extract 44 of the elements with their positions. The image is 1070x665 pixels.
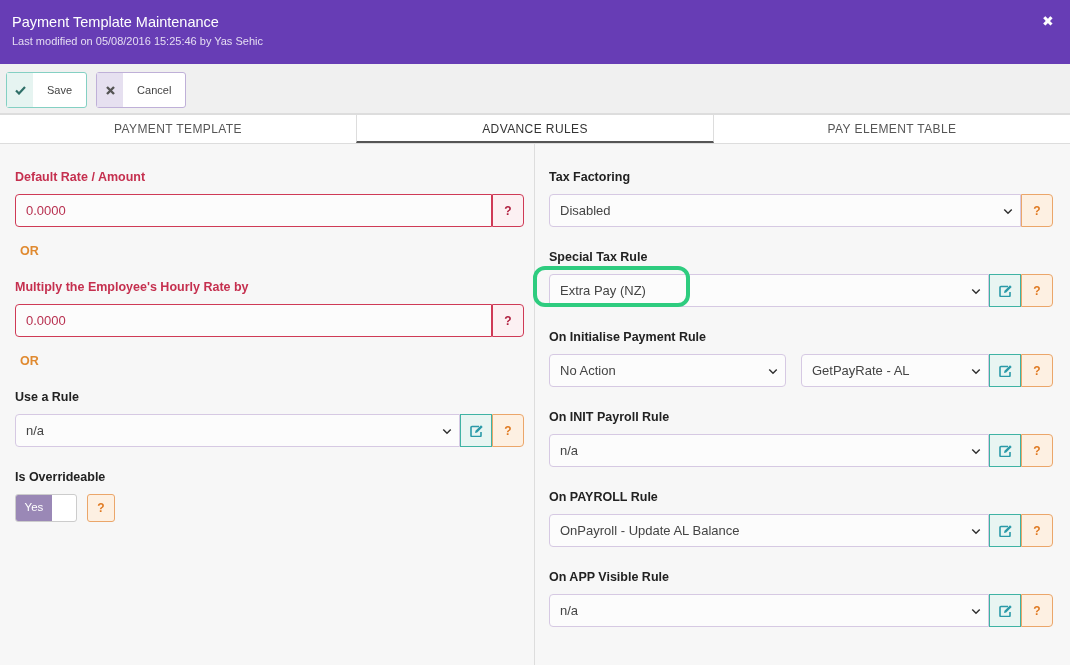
- field-label: Default Rate / Amount: [15, 169, 147, 186]
- window-title: Payment Template Maintenance: [12, 13, 219, 31]
- last-modified-text: Last modified on 05/08/2016 15:25:46 by Yas Sehic: [12, 34, 263, 49]
- help-button[interactable]: ?: [492, 304, 524, 337]
- edit-button[interactable]: [989, 514, 1021, 547]
- edit-button[interactable]: [989, 274, 1021, 307]
- edit-icon: [998, 364, 1012, 377]
- cancel-button[interactable]: Cancel: [96, 72, 187, 108]
- text-field[interactable]: 0.0000: [15, 194, 492, 227]
- field-label: Special Tax Rule: [549, 249, 649, 266]
- edit-button[interactable]: [460, 414, 492, 447]
- field-label: On APP Visible Rule: [549, 569, 670, 586]
- dropdown[interactable]: No Action: [549, 354, 786, 387]
- edit-button[interactable]: [989, 434, 1021, 467]
- tab[interactable]: ADVANCE RULES: [356, 115, 714, 143]
- field-label: Multiply the Employee's Hourly Rate by: [15, 279, 250, 296]
- field-label: Use a Rule: [15, 389, 80, 406]
- close-icon: [105, 85, 115, 95]
- dropdown[interactable]: GetPayRate - AL: [801, 354, 989, 387]
- edit-button[interactable]: [989, 594, 1021, 627]
- close-button[interactable]: ✖: [1042, 11, 1054, 32]
- help-button[interactable]: ?: [492, 194, 524, 227]
- dropdown[interactable]: n/a: [549, 434, 989, 467]
- field-label: On INIT Payroll Rule: [549, 409, 671, 426]
- dropdown[interactable]: Extra Pay (NZ): [549, 274, 989, 307]
- edit-icon: [998, 604, 1012, 617]
- dropdown[interactable]: OnPayroll - Update AL Balance: [549, 514, 989, 547]
- field-label: On Initialise Payment Rule: [549, 329, 707, 346]
- edit-icon: [469, 424, 483, 437]
- check-icon: [14, 85, 26, 95]
- dropdown[interactable]: n/a: [15, 414, 460, 447]
- or-text: OR: [20, 353, 40, 370]
- edit-button[interactable]: [989, 354, 1021, 387]
- or-text: OR: [20, 243, 40, 260]
- dropdown[interactable]: n/a: [549, 594, 989, 627]
- field-label: Tax Factoring: [549, 169, 632, 186]
- field-label: Is Overrideable: [15, 469, 107, 486]
- edit-icon: [998, 444, 1012, 457]
- edit-icon: [998, 524, 1012, 537]
- save-button[interactable]: Save: [6, 72, 88, 108]
- edit-icon: [998, 284, 1012, 297]
- dropdown[interactable]: Disabled: [549, 194, 1021, 227]
- field-label: On PAYROLL Rule: [549, 489, 659, 506]
- text-field[interactable]: 0.0000: [15, 304, 492, 337]
